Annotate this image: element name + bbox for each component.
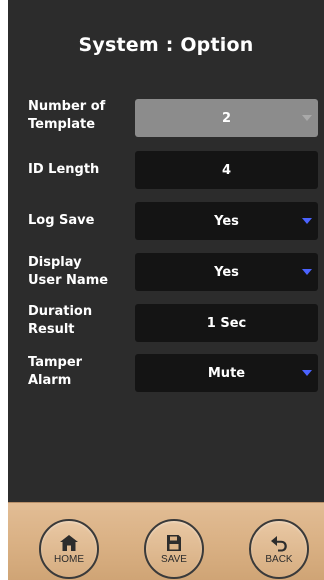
home-icon: [60, 534, 78, 551]
log-save-value: Yes: [214, 213, 239, 229]
duration-result-label: Duration Result: [28, 304, 93, 337]
dropdown-arrow-icon: [302, 370, 312, 376]
home-label: HOME: [54, 553, 84, 565]
tamper-alarm-select[interactable]: Mute: [135, 354, 318, 392]
save-icon: [167, 534, 181, 551]
duration-result-value: 1 Sec: [206, 315, 247, 331]
duration-result-field[interactable]: 1 Sec: [135, 304, 318, 342]
display-user-name-value: Yes: [214, 264, 239, 280]
tamper-alarm-label: Tamper Alarm: [28, 355, 83, 388]
home-button[interactable]: HOME: [39, 519, 99, 579]
option-screen: System : Option Number of Template 2 ID L…: [8, 0, 324, 580]
save-button[interactable]: SAVE: [144, 519, 204, 579]
log-save-label: Log Save: [28, 213, 95, 228]
tamper-alarm-value: Mute: [207, 365, 246, 381]
save-label: SAVE: [161, 553, 187, 565]
id-length-field[interactable]: 4: [135, 151, 318, 189]
back-button[interactable]: BACK: [249, 519, 309, 579]
dropdown-arrow-icon: [302, 115, 312, 121]
number-of-template-label: Number of Template: [28, 99, 106, 132]
id-length-label: ID Length: [28, 162, 100, 177]
page-title: System : Option: [78, 34, 254, 56]
id-length-value: 4: [221, 162, 232, 178]
number-of-template-select[interactable]: 2: [135, 99, 318, 137]
back-arrow-icon: [271, 535, 287, 551]
display-user-name-select[interactable]: Yes: [135, 253, 318, 291]
bottom-nav-bar: HOME SAVE BACK: [8, 502, 324, 580]
number-of-template-value: 2: [221, 110, 232, 126]
display-user-name-label: Display User Name: [28, 255, 109, 288]
back-label: BACK: [265, 553, 293, 565]
dropdown-arrow-icon: [302, 218, 312, 224]
dropdown-arrow-icon: [302, 269, 312, 275]
log-save-select[interactable]: Yes: [135, 202, 318, 240]
